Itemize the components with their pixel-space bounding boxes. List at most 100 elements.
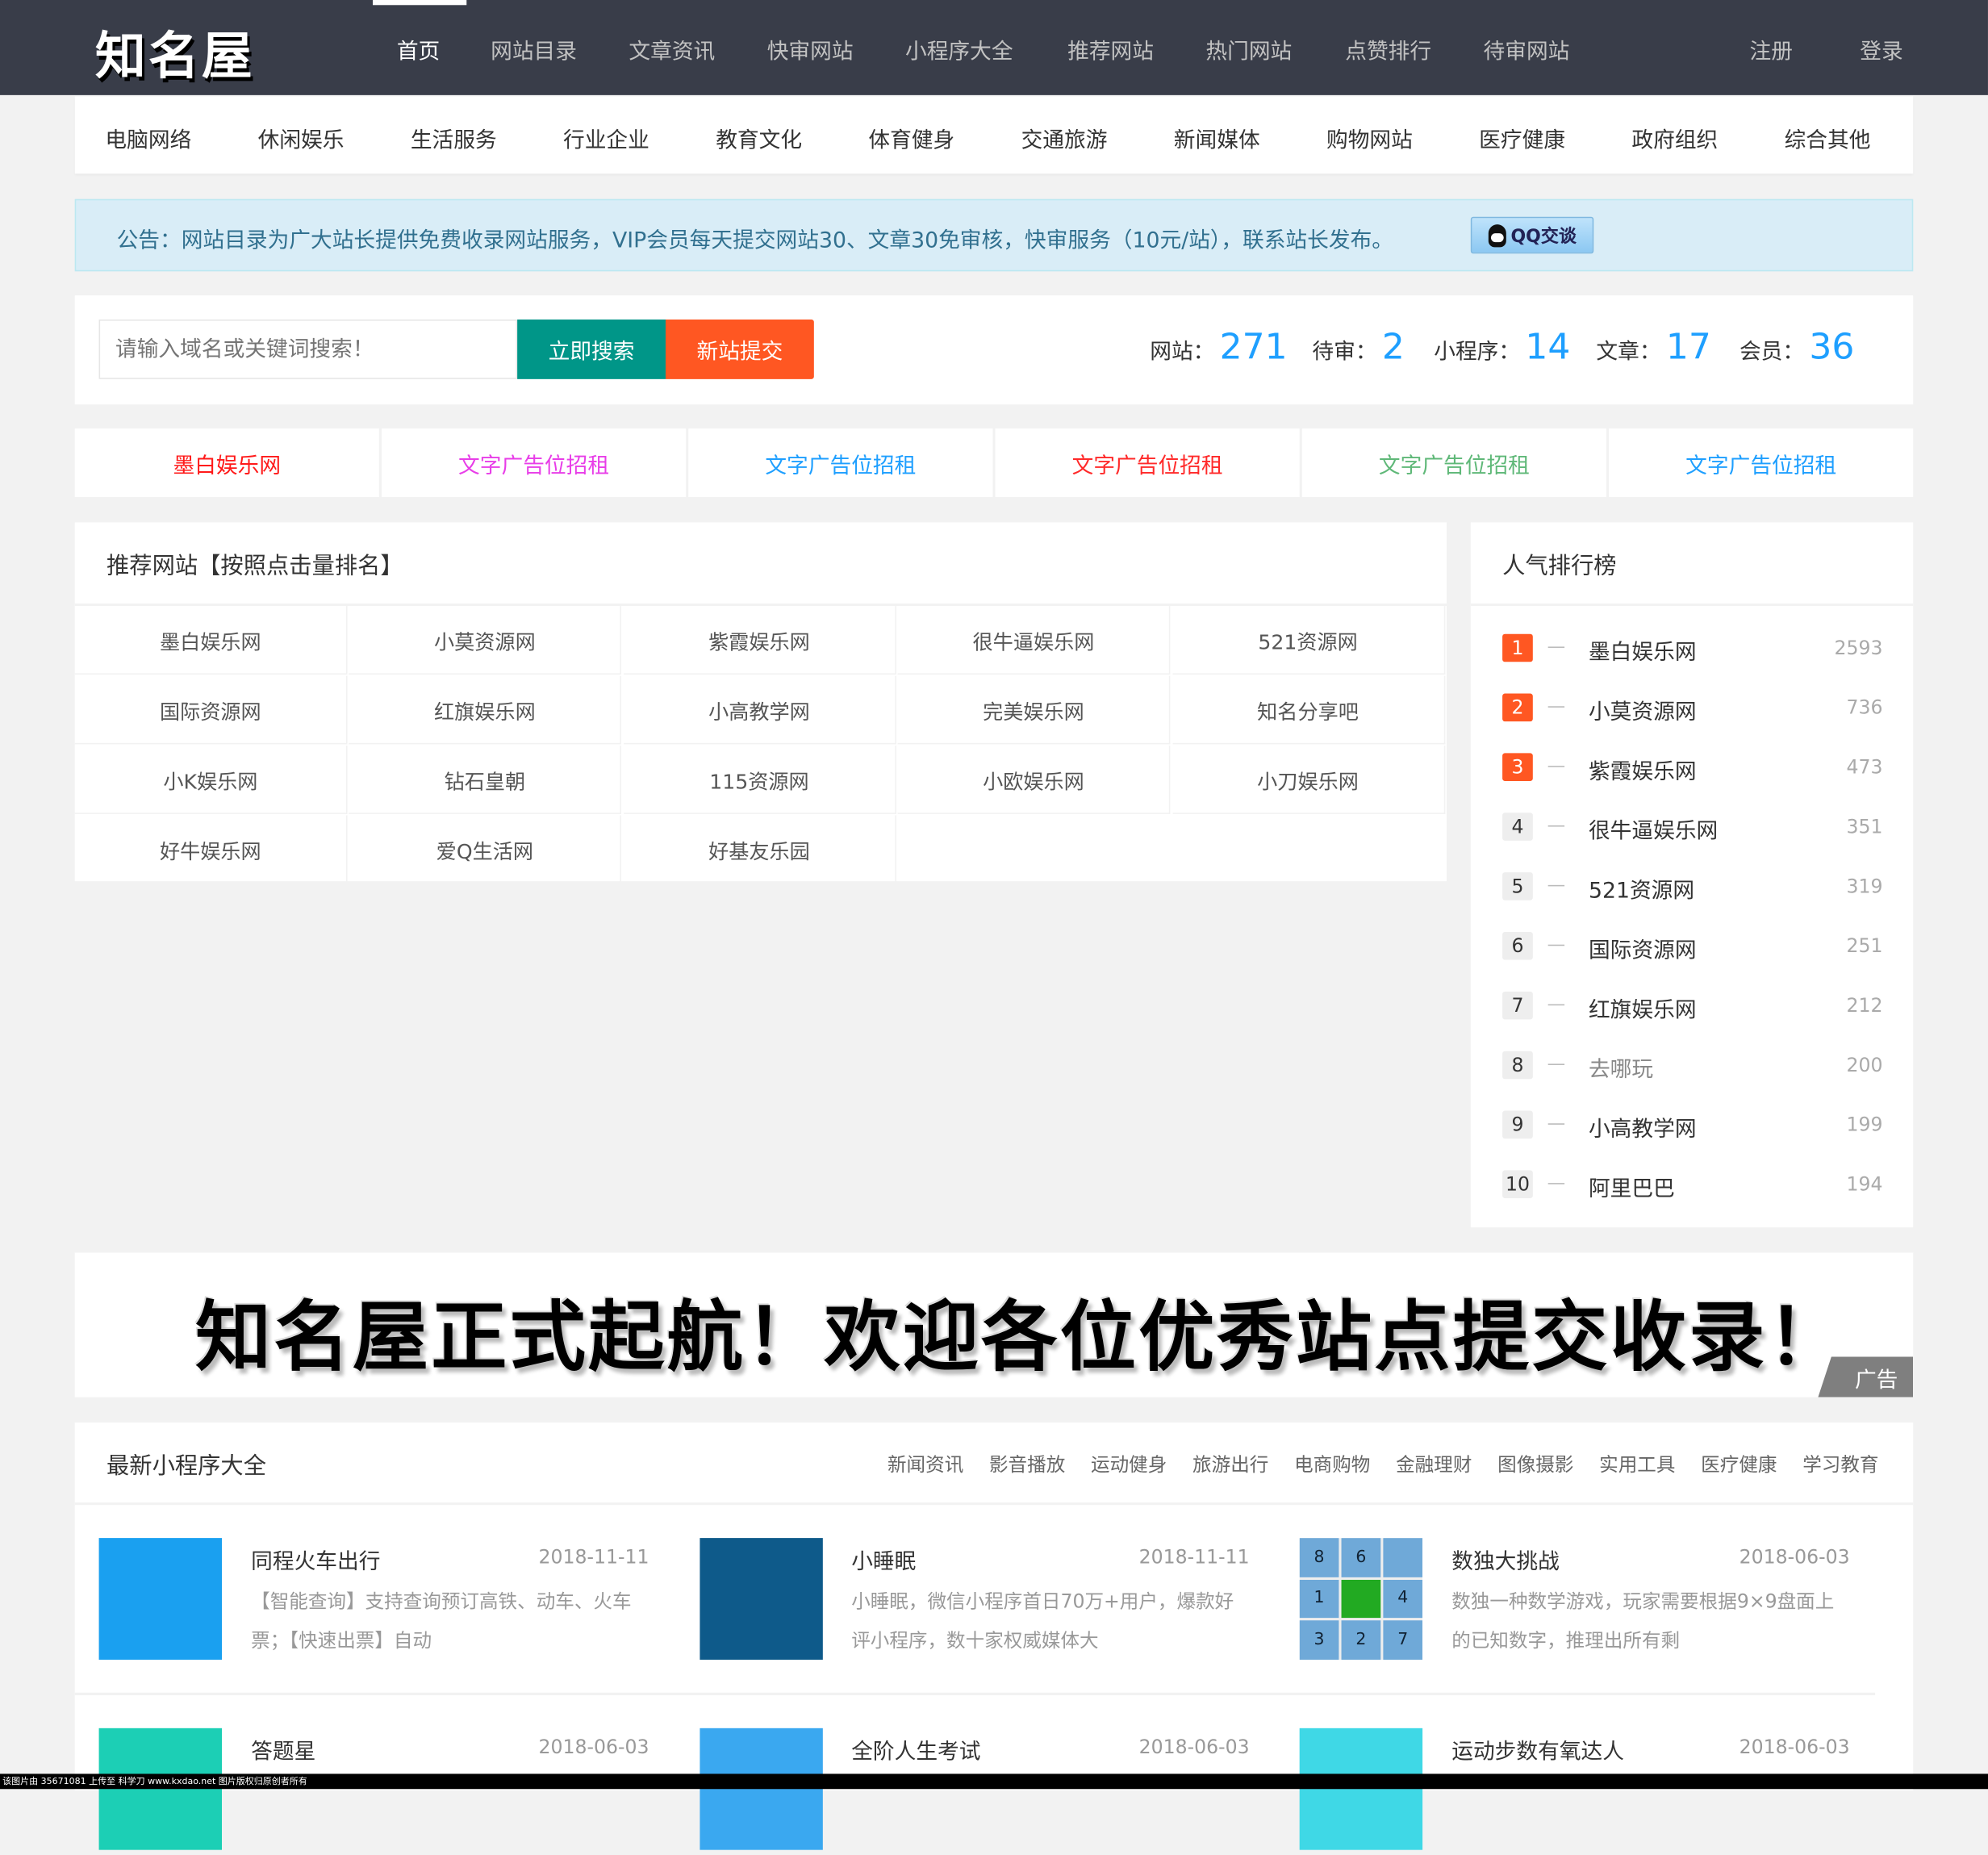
mini-program-item[interactable]: 答题星 2018-06-03: [98, 1728, 657, 1855]
ranking-item[interactable]: 6 国际资源网 251: [1502, 931, 1883, 965]
mini-program-name[interactable]: 运动步数有氧达人: [1451, 1733, 1624, 1765]
login-link[interactable]: 登录: [1860, 33, 1902, 65]
recommended-site-link[interactable]: 完美娱乐网: [897, 675, 1171, 745]
mini-program-item[interactable]: 全阶人生考试 2018-06-03: [699, 1728, 1257, 1855]
banner-ad[interactable]: 知名屋正式起航！欢迎各位优秀站点提交收录！ 广告: [74, 1252, 1914, 1398]
mini-program-item[interactable]: 运动步数有氧达人 2018-06-03: [1299, 1728, 1857, 1855]
nav-item[interactable]: 文章资讯: [629, 33, 715, 65]
text-ad-link[interactable]: 文字广告位招租: [381, 428, 687, 497]
text-ad-link[interactable]: 文字广告位招租: [995, 428, 1300, 497]
recommended-site-link[interactable]: 钻石皇朝: [349, 745, 622, 814]
nav-item[interactable]: 快审网站: [767, 33, 854, 65]
mini-category-link[interactable]: 医疗健康: [1701, 1451, 1777, 1477]
mini-category-link[interactable]: 新闻资讯: [888, 1451, 963, 1477]
category-link[interactable]: 交通旅游: [1021, 122, 1108, 153]
recommended-site-link[interactable]: 小高教学网: [623, 675, 896, 745]
recommended-site-link[interactable]: 小K娱乐网: [74, 745, 348, 814]
recommended-site-link[interactable]: 国际资源网: [74, 675, 348, 745]
mini-program-item[interactable]: 同程火车出行 2018-11-11 【智能查询】支持查询预订高铁、动车、火车票；【快…: [98, 1538, 657, 1665]
ranking-site-name[interactable]: 红旗娱乐网: [1589, 992, 1697, 1023]
category-link[interactable]: 教育文化: [716, 122, 802, 153]
ranking-site-name[interactable]: 国际资源网: [1589, 932, 1697, 963]
ranking-item[interactable]: 7 红旗娱乐网 212: [1502, 991, 1883, 1025]
mini-program-thumbnail[interactable]: [699, 1538, 823, 1660]
submit-site-button[interactable]: 新站提交: [665, 319, 814, 379]
category-link[interactable]: 购物网站: [1326, 122, 1413, 153]
ranking-site-name[interactable]: 紫霞娱乐网: [1589, 753, 1697, 784]
ranking-item[interactable]: 10 阿里巴巴 194: [1502, 1170, 1883, 1203]
category-link[interactable]: 休闲娱乐: [258, 122, 345, 153]
mini-category-link[interactable]: 学习教育: [1802, 1451, 1878, 1477]
nav-item[interactable]: 待审网站: [1484, 33, 1570, 65]
search-button[interactable]: 立即搜索: [517, 319, 666, 379]
nav-item[interactable]: 点赞排行: [1345, 33, 1431, 65]
mini-program-name[interactable]: 答题星: [251, 1733, 315, 1765]
nav-item[interactable]: 小程序大全: [905, 33, 1013, 65]
text-ad-link[interactable]: 文字广告位招租: [1609, 428, 1914, 497]
ranking-item[interactable]: 8 去哪玩 200: [1502, 1051, 1883, 1084]
search-input[interactable]: [98, 319, 518, 379]
category-link[interactable]: 综合其他: [1785, 122, 1871, 153]
ranking-site-name[interactable]: 墨白娱乐网: [1589, 634, 1697, 666]
mini-program-name[interactable]: 数独大挑战: [1451, 1543, 1560, 1574]
recommended-site-link[interactable]: 爱Q生活网: [349, 815, 622, 884]
mini-program-item[interactable]: 8 6 1 4 3 2 7 数独大挑战 2018-06-03 数独一种数学游戏，玩家需要根据9×9…: [1299, 1538, 1857, 1665]
ranking-item[interactable]: 4 很牛逼娱乐网 351: [1502, 813, 1883, 846]
nav-item[interactable]: 推荐网站: [1067, 33, 1154, 65]
ranking-site-name[interactable]: 很牛逼娱乐网: [1589, 813, 1718, 844]
category-link[interactable]: 电脑网络: [105, 122, 191, 153]
ranking-item[interactable]: 1 墨白娱乐网 2593: [1502, 633, 1883, 667]
mini-category-link[interactable]: 实用工具: [1599, 1451, 1675, 1477]
text-ad-link[interactable]: 文字广告位招租: [1301, 428, 1606, 497]
recommended-site-link[interactable]: 紫霞娱乐网: [623, 606, 896, 675]
mini-category-link[interactable]: 运动健身: [1091, 1451, 1167, 1477]
ranking-site-name[interactable]: 阿里巴巴: [1589, 1170, 1675, 1201]
recommended-site-link[interactable]: 小刀娱乐网: [1172, 745, 1445, 814]
recommended-site-link[interactable]: 115资源网: [623, 745, 896, 814]
mini-program-name[interactable]: 同程火车出行: [251, 1543, 380, 1574]
ranking-title: 人气排行榜: [1502, 553, 1617, 580]
recommended-site-link[interactable]: 知名分享吧: [1172, 675, 1445, 745]
text-ad-link[interactable]: 文字广告位招租: [688, 428, 993, 497]
ranking-item[interactable]: 3 紫霞娱乐网 473: [1502, 753, 1883, 786]
recommended-site-link[interactable]: 红旗娱乐网: [349, 675, 622, 745]
recommended-site-link[interactable]: 墨白娱乐网: [74, 606, 348, 675]
recommended-site-link[interactable]: 好牛娱乐网: [74, 815, 348, 884]
mini-program-thumbnail[interactable]: 861 4 327: [1299, 1538, 1423, 1660]
category-link[interactable]: 生活服务: [411, 122, 497, 153]
recommended-site-link[interactable]: 小莫资源网: [349, 606, 622, 675]
ranking-site-name[interactable]: 小莫资源网: [1589, 694, 1697, 725]
nav-item[interactable]: 热门网站: [1205, 33, 1292, 65]
category-link[interactable]: 新闻媒体: [1174, 122, 1260, 153]
category-link[interactable]: 体育健身: [868, 122, 954, 153]
recommended-site-link[interactable]: 好基友乐园: [623, 815, 896, 884]
ranking-site-name[interactable]: 521资源网: [1589, 872, 1694, 904]
ranking-item[interactable]: 2 小莫资源网 736: [1502, 693, 1883, 727]
site-logo[interactable]: 知名屋: [95, 15, 255, 89]
recommended-site-link[interactable]: 很牛逼娱乐网: [897, 606, 1171, 675]
category-link[interactable]: 政府组织: [1631, 122, 1718, 153]
mini-program-name[interactable]: 全阶人生考试: [851, 1733, 980, 1765]
mini-program-name[interactable]: 小睡眠: [851, 1543, 916, 1574]
mini-program-item[interactable]: 小睡眠 2018-11-11 小睡眠，微信小程序首日70万+用户，爆款好评小程序，数…: [699, 1538, 1257, 1665]
mini-category-link[interactable]: 金融理财: [1396, 1451, 1472, 1477]
recommended-site-link[interactable]: 小欧娱乐网: [897, 745, 1171, 814]
ranking-item[interactable]: 5 521资源网 319: [1502, 872, 1883, 905]
register-link[interactable]: 注册: [1750, 33, 1793, 65]
ranking-site-name[interactable]: 小高教学网: [1589, 1111, 1697, 1142]
nav-item[interactable]: 首页: [397, 33, 440, 65]
mini-category-link[interactable]: 影音播放: [989, 1451, 1065, 1477]
mini-program-thumbnail[interactable]: [98, 1538, 222, 1660]
mini-category-link[interactable]: 电商购物: [1294, 1451, 1370, 1477]
category-link[interactable]: 行业企业: [563, 122, 649, 153]
recommended-site-link[interactable]: 521资源网: [1172, 606, 1445, 675]
category-link[interactable]: 医疗健康: [1479, 122, 1565, 153]
nav-item[interactable]: 网站目录: [491, 33, 577, 65]
mini-category-link[interactable]: 旅游出行: [1192, 1451, 1268, 1477]
qq-chat-button[interactable]: QQ交谈: [1470, 216, 1594, 254]
ranking-item[interactable]: 9 小高教学网 199: [1502, 1110, 1883, 1144]
ranking-site-name[interactable]: 去哪玩: [1589, 1051, 1653, 1083]
text-ad-row: 墨白娱乐网 文字广告位招租 文字广告位招租 文字广告位招租 文字广告位招租 文字广告位招租: [74, 428, 1914, 497]
text-ad-link[interactable]: 墨白娱乐网: [74, 428, 379, 497]
mini-category-link[interactable]: 图像摄影: [1497, 1451, 1573, 1477]
